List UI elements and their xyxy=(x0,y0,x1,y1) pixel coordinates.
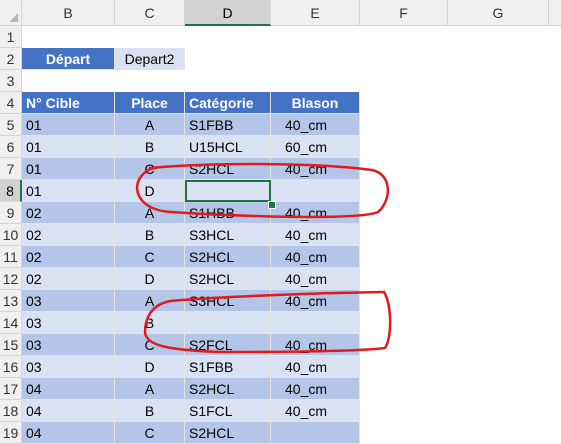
column-header-d[interactable]: D xyxy=(185,0,271,26)
depart-value[interactable]: Depart2 xyxy=(115,48,185,70)
row-header-5[interactable]: 5 xyxy=(0,114,22,136)
table-cell-place[interactable]: A xyxy=(115,202,185,224)
table-cell-blason[interactable]: 40_cm xyxy=(271,202,360,224)
table-cell-place[interactable]: C xyxy=(115,422,185,444)
table-cell-place[interactable]: A xyxy=(115,290,185,312)
row-header-12[interactable]: 12 xyxy=(0,268,22,290)
table-cell-categorie[interactable]: S1FCL xyxy=(185,400,271,422)
column-header-h[interactable] xyxy=(549,0,561,26)
table-cell-cible[interactable]: 02 xyxy=(22,202,115,224)
column-header-e[interactable]: E xyxy=(271,0,360,26)
table-cell-cible[interactable]: 03 xyxy=(22,334,115,356)
table-cell-categorie[interactable]: S3HCL xyxy=(185,290,271,312)
table-cell-place[interactable]: C xyxy=(115,158,185,180)
row-header-8[interactable]: 8 xyxy=(0,180,22,202)
row-header-7[interactable]: 7 xyxy=(0,158,22,180)
column-header-f[interactable]: F xyxy=(360,0,448,26)
table-cell-cible[interactable]: 02 xyxy=(22,268,115,290)
table-cell-cible[interactable]: 02 xyxy=(22,246,115,268)
table-cell-blason[interactable] xyxy=(271,312,360,334)
select-all-triangle-icon xyxy=(9,13,18,22)
table-cell-place[interactable]: B xyxy=(115,136,185,158)
table-cell-cible[interactable]: 03 xyxy=(22,290,115,312)
table-cell-cible[interactable]: 04 xyxy=(22,422,115,444)
table-header-place[interactable]: Place xyxy=(115,92,185,114)
table-cell-cible[interactable]: 01 xyxy=(22,180,115,202)
table-cell-place[interactable]: A xyxy=(115,378,185,400)
table-cell-blason[interactable]: 40_cm xyxy=(271,114,360,136)
table-cell-place[interactable]: B xyxy=(115,224,185,246)
table-cell-blason[interactable]: 40_cm xyxy=(271,400,360,422)
row-header-3[interactable]: 3 xyxy=(0,70,22,92)
column-header-b[interactable]: B xyxy=(22,0,115,26)
table-cell-blason[interactable]: 40_cm xyxy=(271,356,360,378)
fill-handle[interactable] xyxy=(268,201,276,209)
table-cell-categorie[interactable]: S2FCL xyxy=(185,334,271,356)
table-cell-place[interactable]: D xyxy=(115,356,185,378)
table-cell-categorie[interactable] xyxy=(185,180,271,202)
table-cell-categorie[interactable]: S1FBB xyxy=(185,114,271,136)
column-header-c[interactable]: C xyxy=(115,0,185,26)
row-header-4[interactable]: 4 xyxy=(0,92,22,114)
table-cell-cible[interactable]: 04 xyxy=(22,378,115,400)
table-cell-cible[interactable]: 02 xyxy=(22,224,115,246)
table-cell-blason[interactable]: 40_cm xyxy=(271,158,360,180)
table-cell-blason[interactable] xyxy=(271,422,360,444)
table-cell-cible[interactable]: 03 xyxy=(22,312,115,334)
table-cell-blason[interactable]: 40_cm xyxy=(271,224,360,246)
table-cell-place[interactable]: C xyxy=(115,334,185,356)
row-header-11[interactable]: 11 xyxy=(0,246,22,268)
table-header-blason[interactable]: Blason xyxy=(271,92,360,114)
row-header-10[interactable]: 10 xyxy=(0,224,22,246)
table-cell-cible[interactable]: 04 xyxy=(22,400,115,422)
table-cell-categorie[interactable]: S1HBB xyxy=(185,202,271,224)
table-cell-place[interactable]: C xyxy=(115,246,185,268)
table-header-categorie[interactable]: Catégorie xyxy=(185,92,271,114)
select-all-corner[interactable] xyxy=(0,0,22,26)
table-cell-cible[interactable]: 01 xyxy=(22,136,115,158)
table-header-cible[interactable]: N° Cible xyxy=(22,92,115,114)
row-header-16[interactable]: 16 xyxy=(0,356,22,378)
row-header-9[interactable]: 9 xyxy=(0,202,22,224)
depart-label[interactable]: Départ xyxy=(22,48,115,70)
table-cell-categorie[interactable]: S2HCL xyxy=(185,268,271,290)
table-cell-categorie[interactable]: S3HCL xyxy=(185,224,271,246)
table-cell-cible[interactable]: 01 xyxy=(22,158,115,180)
table-cell-blason[interactable] xyxy=(271,180,360,202)
table-cell-place[interactable]: D xyxy=(115,268,185,290)
row-header-18[interactable]: 18 xyxy=(0,400,22,422)
table-cell-blason[interactable]: 40_cm xyxy=(271,290,360,312)
table-cell-categorie[interactable]: S2HCL xyxy=(185,378,271,400)
table-cell-blason[interactable]: 40_cm xyxy=(271,378,360,400)
table-cell-categorie[interactable]: S1FBB xyxy=(185,356,271,378)
row-header-19[interactable]: 19 xyxy=(0,422,22,444)
row-header-13[interactable]: 13 xyxy=(0,290,22,312)
table-cell-place[interactable]: B xyxy=(115,400,185,422)
table-cell-categorie[interactable]: S2HCL xyxy=(185,246,271,268)
table-cell-blason[interactable]: 40_cm xyxy=(271,268,360,290)
table-cell-blason[interactable]: 60_cm xyxy=(271,136,360,158)
table-cell-cible[interactable]: 03 xyxy=(22,356,115,378)
row-header-15[interactable]: 15 xyxy=(0,334,22,356)
table-cell-categorie[interactable]: U15HCL xyxy=(185,136,271,158)
table-cell-place[interactable]: B xyxy=(115,312,185,334)
table-cell-blason[interactable]: 40_cm xyxy=(271,246,360,268)
table-cell-categorie[interactable] xyxy=(185,312,271,334)
row-header-1[interactable]: 1 xyxy=(0,26,22,48)
spreadsheet-grid[interactable]: B C D E F G 1 2 3 4 5 6 7 8 9 10 11 12 13 14 15 16 17 18 1… xyxy=(0,0,561,444)
row-header-6[interactable]: 6 xyxy=(0,136,22,158)
row-header-2[interactable]: 2 xyxy=(0,48,22,70)
column-header-g[interactable]: G xyxy=(448,0,549,26)
table-cell-categorie[interactable]: S2HCL xyxy=(185,422,271,444)
table-cell-blason[interactable]: 40_cm xyxy=(271,334,360,356)
row-header-14[interactable]: 14 xyxy=(0,312,22,334)
table-cell-place[interactable]: D xyxy=(115,180,185,202)
table-cell-place[interactable]: A xyxy=(115,114,185,136)
table-cell-categorie[interactable]: S2HCL xyxy=(185,158,271,180)
table-cell-cible[interactable]: 01 xyxy=(22,114,115,136)
row-header-17[interactable]: 17 xyxy=(0,378,22,400)
